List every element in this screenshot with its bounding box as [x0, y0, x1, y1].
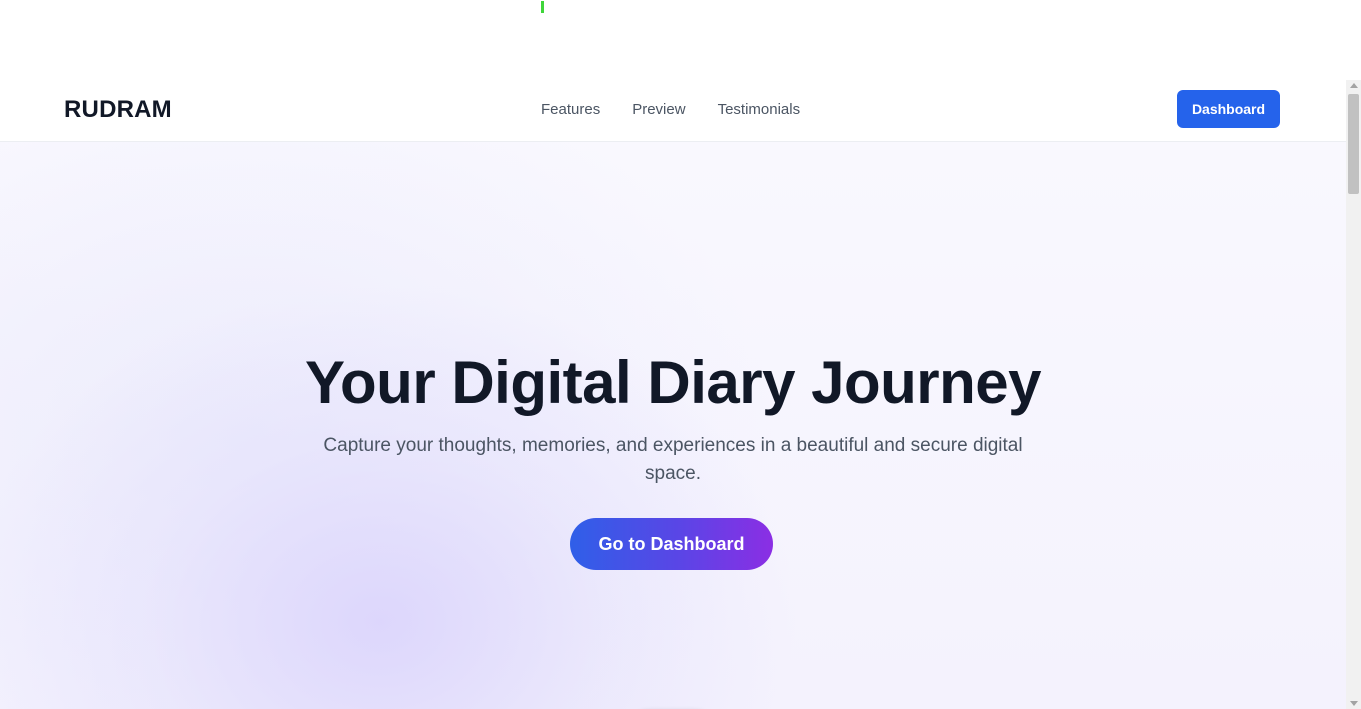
nav-links: Features Preview Testimonials [541, 101, 800, 118]
go-to-dashboard-button[interactable]: Go to Dashboard [570, 518, 773, 570]
hero-section: Your Digital Diary Journey Capture your … [0, 142, 1346, 709]
browser-top-strip [0, 0, 1361, 80]
nav-link-features[interactable]: Features [541, 101, 600, 118]
page-viewport: RUDRAM Features Preview Testimonials Das… [0, 80, 1346, 709]
scroll-up-arrow-icon[interactable] [1350, 83, 1358, 88]
loading-indicator [541, 1, 544, 13]
hero-title: Your Digital Diary Journey [304, 349, 1042, 416]
page-scrollbar[interactable] [1346, 80, 1361, 709]
scrollbar-thumb[interactable] [1348, 94, 1359, 194]
nav-link-testimonials[interactable]: Testimonials [718, 101, 801, 118]
nav-link-preview[interactable]: Preview [632, 101, 685, 118]
navbar: RUDRAM Features Preview Testimonials Das… [0, 80, 1346, 142]
hero-subtitle: Capture your thoughts, memories, and exp… [323, 435, 1023, 484]
brand-logo[interactable]: RUDRAM [64, 96, 172, 124]
scroll-down-arrow-icon[interactable] [1350, 701, 1358, 706]
dashboard-button[interactable]: Dashboard [1177, 90, 1280, 128]
